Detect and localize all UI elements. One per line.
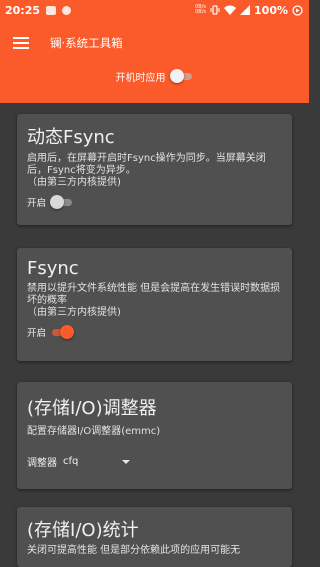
image-notification-icon xyxy=(46,5,57,15)
toolbar: 镧·系统工具箱 xyxy=(0,20,309,66)
app-title: 镧·系统工具箱 xyxy=(50,36,123,50)
card-title: Fsync xyxy=(27,258,79,279)
card-description: 配置存储器I/O调整器(emmc) xyxy=(27,426,161,437)
toggle-row: 开启 xyxy=(27,325,282,339)
select-label: 调整器 xyxy=(27,458,57,469)
scheduler-select[interactable]: 调整器 cfq xyxy=(27,454,282,469)
menu-icon[interactable] xyxy=(13,37,29,49)
card-io-scheduler: (存储I/O)调整器 配置存储器I/O调整器(emmc) 调整器 cfq xyxy=(17,382,292,489)
battery-level: 100% xyxy=(254,3,288,17)
boot-apply-switch[interactable] xyxy=(169,69,194,83)
select-value: cfq xyxy=(63,456,79,467)
app-bar: 20:25 0B/s 0B/s 100% 镧·系统工具箱 开机时应用 xyxy=(0,0,309,103)
wifi-icon xyxy=(224,5,237,15)
card-description: 禁用以提升文件系统性能 但是会提高在发生错误时数据损坏的概率 （由第三方内核提供… xyxy=(27,283,281,318)
toggle-row: 开启 xyxy=(27,195,282,209)
toggle-label: 开启 xyxy=(27,198,47,209)
card-description: 关闭可提高性能 但是部分依赖此项的应用可能无 xyxy=(27,545,241,556)
net-rate-down: 0B/s xyxy=(195,9,207,15)
fsync-switch[interactable] xyxy=(50,325,75,339)
network-speed: 0B/s 0B/s xyxy=(195,5,206,15)
boot-apply-row: 开机时应用 xyxy=(0,67,309,85)
dropdown-arrow-icon xyxy=(122,459,131,464)
toggle-label: 开启 xyxy=(27,328,47,339)
card-title: (存储I/O)统计 xyxy=(27,520,139,541)
status-bar: 20:25 0B/s 0B/s 100% xyxy=(0,0,309,20)
card-dynamic-fsync: 动态Fsync 启用后，在屏幕开启时Fsync操作为同步。当屏幕关闭后，Fsyn… xyxy=(17,114,292,225)
card-io-stats: (存储I/O)统计 关闭可提高性能 但是部分依赖此项的应用可能无 xyxy=(17,507,292,567)
card-description: 启用后，在屏幕开启时Fsync操作为同步。当屏幕关闭后，Fsync将变为异步。 … xyxy=(27,153,266,188)
card-fsync: Fsync 禁用以提升文件系统性能 但是会提高在发生错误时数据损坏的概率 （由第… xyxy=(17,248,292,361)
boot-apply-label: 开机时应用 xyxy=(115,72,166,84)
app-notification-icon xyxy=(62,5,72,15)
sync-icon xyxy=(292,4,303,16)
dynamic-fsync-switch[interactable] xyxy=(50,195,74,209)
card-title: 动态Fsync xyxy=(27,127,115,148)
status-time: 20:25 xyxy=(5,3,41,17)
vibrate-icon xyxy=(210,5,220,15)
card-title: (存储I/O)调整器 xyxy=(27,398,157,419)
signal-icon xyxy=(240,5,251,15)
